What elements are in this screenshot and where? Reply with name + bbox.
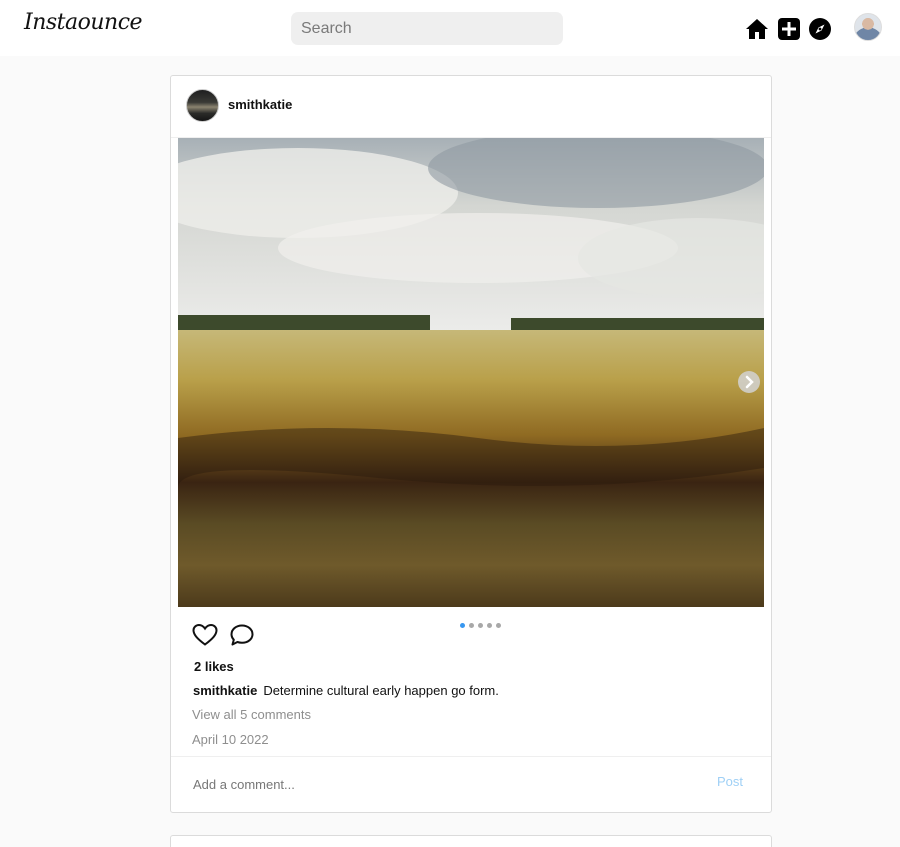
carousel-dot-1	[460, 623, 465, 628]
view-comments-link[interactable]: View all 5 comments	[192, 707, 311, 722]
heart-icon[interactable]	[192, 623, 218, 647]
post-card: smithkatie 2 likes smithkatie Determine …	[170, 75, 772, 813]
carousel-dot-3	[478, 623, 483, 628]
top-nav-bar: Instaounce	[0, 0, 900, 56]
search-input[interactable]	[291, 12, 563, 45]
post-comment-button[interactable]: Post	[717, 774, 743, 789]
wheat-field-image	[178, 138, 764, 607]
caption-username[interactable]: smithkatie	[193, 683, 257, 698]
post-date: April 10 2022	[192, 732, 269, 747]
carousel-dot-5	[496, 623, 501, 628]
chevron-right-icon	[745, 375, 754, 389]
post-caption: smithkatie Determine cultural early happe…	[193, 683, 499, 698]
comment-icon[interactable]	[229, 623, 255, 647]
carousel-dot-2	[469, 623, 474, 628]
home-icon[interactable]	[745, 17, 769, 41]
comment-bar: Post	[171, 756, 771, 813]
profile-avatar[interactable]	[854, 13, 882, 41]
app-logo[interactable]: Instaounce	[24, 10, 143, 35]
explore-icon[interactable]	[808, 17, 832, 41]
post-author-username[interactable]: smithkatie	[228, 97, 292, 112]
new-post-icon[interactable]	[777, 17, 801, 41]
carousel-dot-4	[487, 623, 492, 628]
caption-text: Determine cultural early happen go form.	[263, 683, 499, 698]
carousel-next-button[interactable]	[738, 371, 760, 393]
post-photo[interactable]	[178, 138, 764, 607]
next-post-card	[170, 835, 772, 847]
likes-count[interactable]: 2 likes	[194, 659, 234, 674]
post-header: smithkatie	[171, 76, 771, 138]
comment-input[interactable]	[193, 774, 673, 794]
post-author-avatar[interactable]	[186, 89, 219, 122]
